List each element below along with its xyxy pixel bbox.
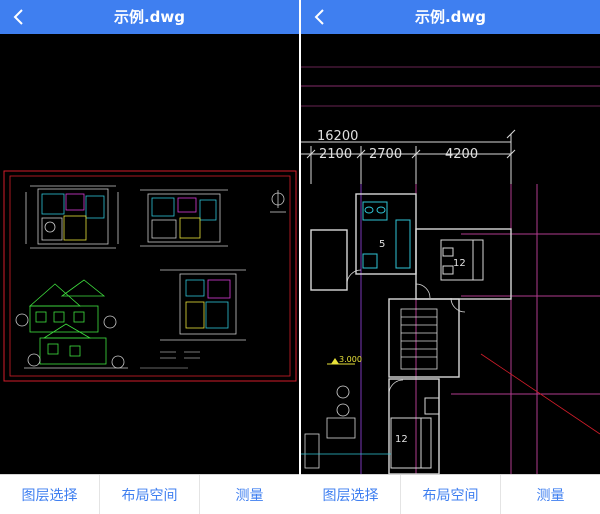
bottom-toolbar: 图层选择 布局空间 测量 — [301, 474, 600, 514]
dimension-total: 16200 — [317, 129, 358, 144]
file-title: 示例.dwg — [113, 8, 186, 26]
app-screen: 示例.dwg 图层选择 布局空间 测量 示例.dwg 16200 2100 27… — [0, 0, 600, 514]
layer-select-button[interactable]: 图层选择 — [301, 475, 401, 514]
bottom-toolbar: 图层选择 布局空间 测量 — [0, 474, 299, 514]
room-label-12: 12 — [453, 258, 466, 269]
doors — [346, 269, 466, 395]
stairs — [400, 308, 438, 370]
floor-plan-1 — [25, 185, 119, 249]
notes-text — [140, 351, 200, 369]
measure-button[interactable]: 测量 — [501, 475, 600, 514]
furniture — [301, 385, 391, 469]
floor-plan-2 — [140, 189, 228, 247]
room-label-12b: 12 — [395, 434, 408, 445]
back-button[interactable] — [6, 3, 30, 31]
elevation-label: 3.000 — [339, 355, 362, 364]
north-arrow — [270, 190, 286, 213]
left-viewer: 示例.dwg 图层选择 布局空间 测量 — [0, 0, 299, 514]
header-bar: 示例.dwg — [301, 0, 600, 34]
grid-lines — [360, 184, 600, 474]
elevation-drawings — [15, 279, 128, 369]
layout-space-button[interactable]: 布局空间 — [100, 475, 200, 514]
measure-button[interactable]: 测量 — [200, 475, 299, 514]
back-icon — [13, 9, 23, 25]
file-title: 示例.dwg — [414, 8, 487, 26]
guide-lines — [301, 66, 600, 107]
back-icon — [314, 9, 324, 25]
dimension-2: 2700 — [369, 147, 402, 162]
room-label-5: 5 — [379, 239, 385, 250]
dimension-1: 2100 — [319, 147, 352, 162]
right-viewer: 示例.dwg 16200 2100 2700 4200 3.000 5 12 1… — [301, 0, 600, 514]
layer-select-button[interactable]: 图层选择 — [0, 475, 100, 514]
header-bar: 示例.dwg — [0, 0, 299, 34]
walls — [310, 193, 512, 474]
bathroom-fixtures — [362, 201, 411, 269]
drawing-canvas[interactable] — [0, 34, 299, 474]
bed-2 — [390, 397, 440, 469]
dimension-3: 4200 — [445, 147, 478, 162]
layout-space-button[interactable]: 布局空间 — [401, 475, 501, 514]
drawing-canvas[interactable]: 16200 2100 2700 4200 3.000 5 12 12 — [301, 34, 600, 474]
floor-plan-3 — [160, 269, 246, 341]
back-button[interactable] — [307, 3, 331, 31]
